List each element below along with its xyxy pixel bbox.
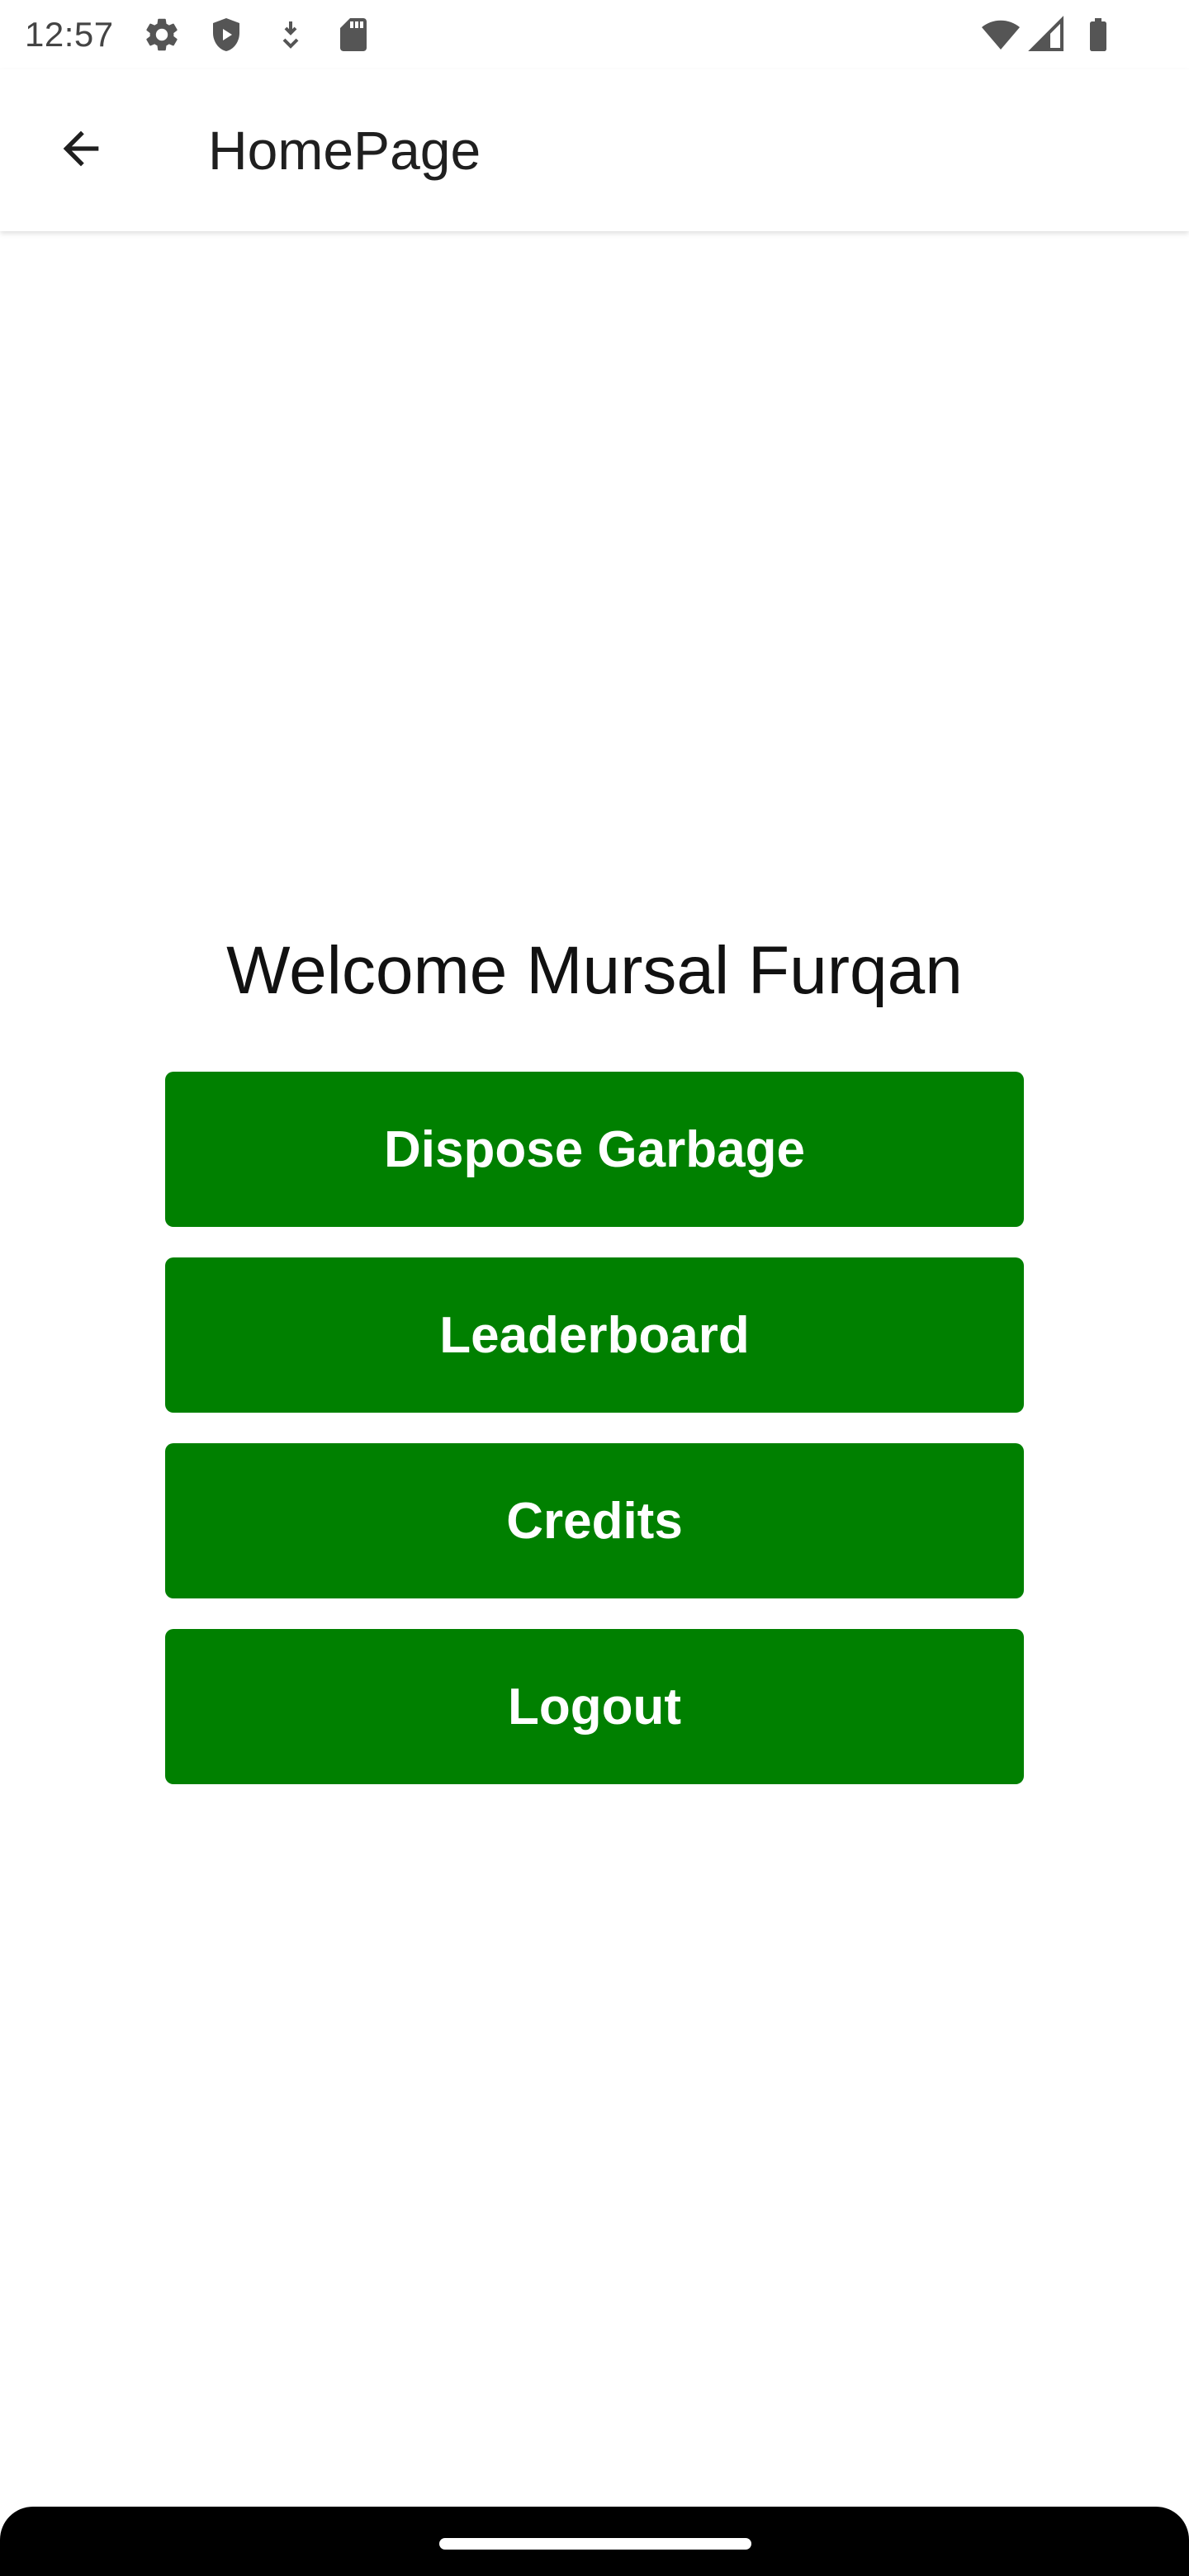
app-bar: HomePage — [0, 69, 1189, 231]
download-icon — [271, 15, 310, 54]
wifi-icon — [981, 15, 1021, 54]
settings-gear-icon — [142, 15, 182, 54]
status-time: 12:57 — [25, 15, 114, 54]
sd-card-icon — [334, 15, 373, 54]
arrow-back-icon — [54, 122, 107, 179]
page-title: HomePage — [208, 120, 481, 181]
dispose-garbage-button[interactable]: Dispose Garbage — [165, 1072, 1024, 1227]
battery-icon — [1078, 15, 1118, 54]
credits-button[interactable]: Credits — [165, 1443, 1024, 1598]
cell-signal-icon — [1027, 15, 1067, 54]
system-navigation-bar — [0, 2507, 1189, 2576]
leaderboard-button[interactable]: Leaderboard — [165, 1257, 1024, 1413]
shield-play-icon — [206, 15, 246, 54]
welcome-text: Welcome Mursal Furqan — [226, 933, 963, 1008]
home-gesture-handle[interactable] — [439, 2538, 751, 2550]
status-bar: 12:57 — [0, 0, 1189, 69]
back-button[interactable] — [41, 111, 121, 190]
logout-button[interactable]: Logout — [165, 1629, 1024, 1784]
